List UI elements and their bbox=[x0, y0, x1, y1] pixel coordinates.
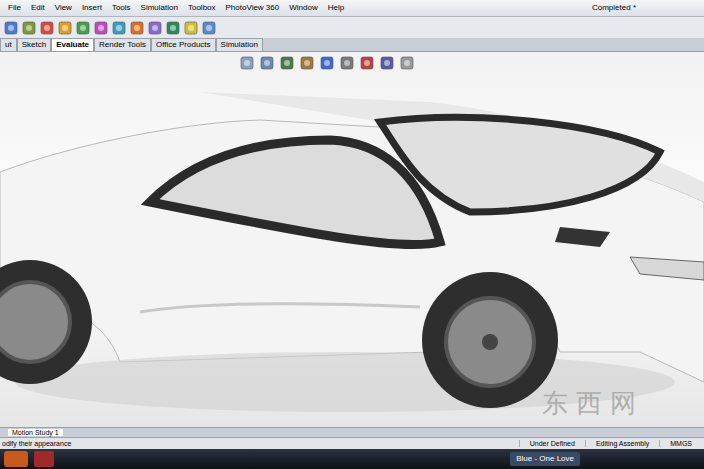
command-tab[interactable]: Office Products bbox=[151, 38, 216, 51]
tool-icon[interactable] bbox=[40, 21, 54, 35]
command-tab[interactable]: Render Tools bbox=[94, 38, 151, 51]
view-icon[interactable] bbox=[380, 56, 394, 70]
tool-icon[interactable] bbox=[4, 21, 18, 35]
tool-icon[interactable] bbox=[130, 21, 144, 35]
view-icon[interactable] bbox=[400, 56, 414, 70]
window-title: Completed * bbox=[592, 2, 636, 14]
view-icon[interactable] bbox=[240, 56, 254, 70]
tool-icon[interactable] bbox=[22, 21, 36, 35]
start-button[interactable] bbox=[4, 451, 28, 467]
taskbar-app-icon[interactable] bbox=[34, 451, 54, 467]
tool-icon[interactable] bbox=[202, 21, 216, 35]
menu-bar: File Edit View Insert Tools Simulation Toolbox… bbox=[0, 0, 704, 17]
tool-icon[interactable] bbox=[184, 21, 198, 35]
menu-item[interactable]: PhotoView 360 bbox=[226, 4, 280, 12]
status-item: Under Defined bbox=[519, 440, 585, 447]
bottom-tab[interactable]: Motion Study 1 bbox=[8, 429, 63, 436]
view-icon[interactable] bbox=[280, 56, 294, 70]
toolbar bbox=[0, 17, 704, 38]
view-icon[interactable] bbox=[320, 56, 334, 70]
command-tab[interactable]: Simulation bbox=[216, 38, 263, 51]
tool-icon[interactable] bbox=[76, 21, 90, 35]
view-icon[interactable] bbox=[360, 56, 374, 70]
tool-icon[interactable] bbox=[58, 21, 72, 35]
tool-icon[interactable] bbox=[112, 21, 126, 35]
menu-item[interactable]: Insert bbox=[82, 4, 102, 12]
command-tab[interactable]: ut bbox=[0, 38, 17, 51]
menu-item[interactable]: Toolbox bbox=[188, 4, 216, 12]
viewport[interactable]: 东西网 bbox=[0, 52, 704, 427]
taskbar-item[interactable]: Blue - One Love bbox=[510, 452, 580, 466]
heads-up-toolbar bbox=[240, 56, 414, 70]
menu-item[interactable]: Tools bbox=[112, 4, 131, 12]
status-item: Editing Assembly bbox=[585, 440, 659, 447]
status-item: MMGS bbox=[659, 440, 702, 447]
view-icon[interactable] bbox=[260, 56, 274, 70]
solidworks-window: File Edit View Insert Tools Simulation Toolbox… bbox=[0, 0, 704, 469]
view-icon[interactable] bbox=[300, 56, 314, 70]
menu-item[interactable]: Simulation bbox=[141, 4, 178, 12]
status-message: odify their appearance bbox=[2, 440, 519, 447]
menu-item[interactable]: Help bbox=[328, 4, 344, 12]
menu-item[interactable]: View bbox=[55, 4, 72, 12]
car-model-icon bbox=[0, 52, 704, 427]
tool-icon[interactable] bbox=[166, 21, 180, 35]
bottom-tabs: Motion Study 1 bbox=[0, 427, 704, 437]
tool-icon[interactable] bbox=[148, 21, 162, 35]
menu-item[interactable]: Edit bbox=[31, 4, 45, 12]
command-tab[interactable]: Sketch bbox=[17, 38, 51, 51]
menu-item[interactable]: File bbox=[8, 4, 21, 12]
menu-item[interactable]: Window bbox=[289, 4, 317, 12]
view-icon[interactable] bbox=[340, 56, 354, 70]
command-tab[interactable]: Evaluate bbox=[51, 38, 94, 51]
tool-icon[interactable] bbox=[94, 21, 108, 35]
command-tabs: utSketchEvaluateRender ToolsOffice Produ… bbox=[0, 38, 704, 52]
taskbar: Blue - One Love bbox=[0, 449, 704, 469]
status-bar: odify their appearanceUnder DefinedEditi… bbox=[0, 437, 704, 449]
watermark: 东西网 bbox=[542, 384, 644, 423]
